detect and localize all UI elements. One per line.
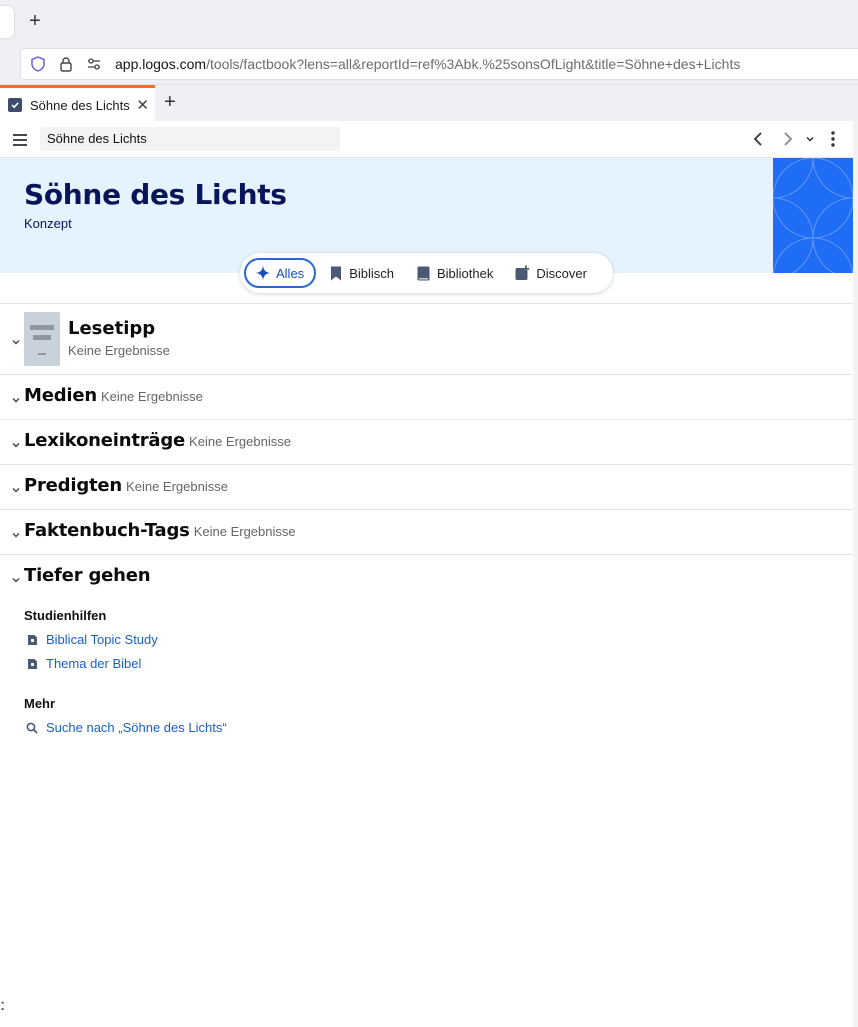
link-label: Biblical Topic Study [46, 632, 158, 647]
book-icon [416, 265, 432, 281]
section-title-lesetipp[interactable]: Lesetipp [68, 318, 155, 339]
chevron-down-icon[interactable] [11, 527, 21, 538]
section-divider [0, 374, 853, 375]
forward-arrow-icon[interactable] [778, 129, 798, 149]
filter-alles[interactable]: Alles [244, 258, 317, 288]
section-title: Medien [24, 385, 97, 406]
chevron-down-icon[interactable] [11, 437, 21, 448]
shield-icon[interactable] [27, 53, 49, 75]
page-subtitle: Konzept [24, 216, 72, 231]
browser-tab-strip: + [0, 0, 858, 44]
new-window-tab-icon[interactable]: + [24, 10, 46, 32]
address-field[interactable]: app.logos.com/tools/factbook?lens=all&re… [20, 48, 858, 80]
chevron-down-icon[interactable] [11, 482, 21, 493]
section-title: Faktenbuch-Tags [24, 520, 190, 541]
section-title: Predigten [24, 475, 123, 496]
discover-icon [515, 265, 531, 281]
more-options-icon[interactable] [823, 129, 843, 149]
back-arrow-icon[interactable] [748, 129, 768, 149]
section-header-tiefer-gehen[interactable]: Tiefer gehen [24, 565, 151, 586]
filter-label: Alles [276, 265, 305, 281]
section-divider [0, 509, 853, 510]
filter-biblisch[interactable]: Biblisch [318, 258, 404, 288]
section-divider [0, 464, 853, 465]
section-note: Keine Ergebnisse [68, 343, 170, 358]
permissions-icon[interactable] [83, 53, 105, 75]
chevron-down-icon[interactable] [11, 334, 21, 345]
filter-label: Discover [536, 265, 587, 281]
link-search-term[interactable]: Suche nach „Söhne des Lichts“ [26, 720, 227, 735]
section-header-faktenbuch-tags[interactable]: Faktenbuch-Tags Keine Ergebnisse [24, 520, 296, 541]
url-text: app.logos.com/tools/factbook?lens=all&re… [115, 56, 740, 72]
link-biblical-topic-study[interactable]: Biblical Topic Study [26, 632, 158, 647]
section-header-predigten[interactable]: Predigten Keine Ergebnisse [24, 475, 228, 496]
search-icon [26, 722, 38, 734]
section-title: Lexikoneinträge [24, 430, 186, 451]
studienhilfen-heading: Studienhilfen [24, 608, 107, 623]
url-path: /tools/factbook?lens=all&reportId=ref%3A… [206, 56, 741, 72]
page-title: Söhne des Lichts [24, 178, 287, 211]
filter-discover[interactable]: Discover [505, 258, 597, 288]
url-host: app.logos.com [115, 56, 207, 72]
hamburger-menu-icon[interactable] [10, 130, 30, 150]
corner-grip-icon: ⠅ [0, 1000, 9, 1014]
app-tab-strip: Söhne des Lichts ✕ + [0, 84, 858, 122]
search-input[interactable]: Söhne des Lichts [40, 127, 340, 151]
new-tab-icon[interactable]: + [164, 91, 176, 114]
tab-label: Söhne des Lichts [30, 97, 130, 113]
tab-sohne-des-lichts[interactable]: Söhne des Lichts ✕ [0, 85, 155, 122]
lock-icon[interactable] [55, 53, 77, 75]
mehr-heading: Mehr [24, 696, 56, 711]
close-tab-icon[interactable]: ✕ [136, 96, 149, 114]
chevron-down-icon[interactable] [11, 572, 21, 583]
link-thema-der-bibel[interactable]: Thema der Bibel [26, 656, 141, 671]
section-divider [0, 554, 853, 555]
chevron-down-icon[interactable] [11, 392, 21, 403]
lens-filter-bar: Alles Biblisch Bibliothek Discover [240, 253, 613, 293]
bookmark-icon [328, 265, 344, 281]
filter-label: Biblisch [349, 265, 394, 281]
section-note: Keine Ergebnisse [126, 479, 228, 494]
link-label: Thema der Bibel [46, 656, 142, 671]
filter-bibliothek[interactable]: Bibliothek [406, 258, 503, 288]
section-divider [0, 419, 853, 420]
app-toolbar: Söhne des Lichts [0, 121, 853, 158]
section-header-lexikoneintraege[interactable]: Lexikoneinträge Keine Ergebnisse [24, 430, 291, 451]
section-header-medien[interactable]: Medien Keine Ergebnisse [24, 385, 203, 406]
lesetipp-placeholder-thumbnail [24, 312, 60, 366]
filter-label: Bibliothek [436, 265, 494, 281]
history-dropdown-icon[interactable] [800, 129, 820, 149]
guide-icon [26, 634, 38, 646]
section-note: Keine Ergebnisse [189, 434, 291, 449]
banner-pattern-art [773, 158, 853, 273]
browser-tab-stub[interactable] [0, 6, 14, 38]
section-divider [0, 303, 853, 304]
section-title: Tiefer gehen [24, 565, 151, 586]
sparkle-icon [255, 265, 271, 281]
guide-icon [26, 658, 38, 670]
browser-url-bar: app.logos.com/tools/factbook?lens=all&re… [0, 44, 858, 84]
section-note: Keine Ergebnisse [193, 524, 296, 539]
checkbox-favicon-icon [8, 98, 22, 112]
section-note: Keine Ergebnisse [101, 389, 203, 404]
link-label: Suche nach „Söhne des Lichts“ [46, 720, 227, 735]
page-scrollbar[interactable] [853, 121, 858, 1027]
